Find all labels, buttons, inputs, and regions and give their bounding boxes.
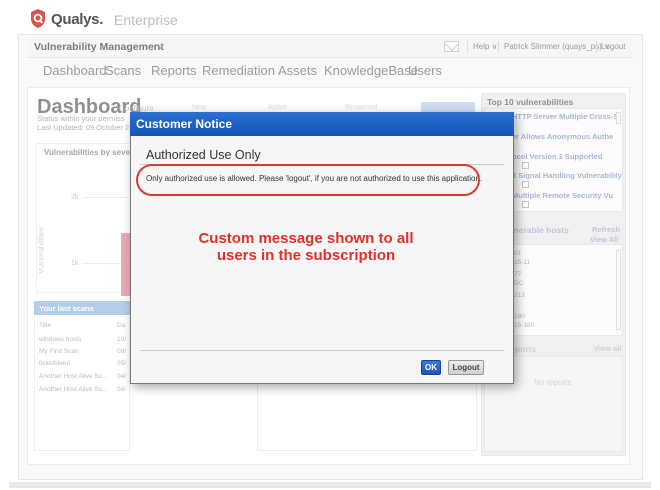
logout-button[interactable]: Logout bbox=[448, 360, 484, 375]
annotation-text: Custom message shown to all users in the… bbox=[198, 230, 414, 264]
highlight-ellipse bbox=[136, 164, 480, 196]
qualys-logo-icon bbox=[31, 9, 45, 28]
dialog-heading: Authorized Use Only bbox=[146, 148, 261, 162]
brand-name: Qualys. bbox=[51, 11, 104, 28]
divider bbox=[140, 350, 504, 351]
dialog-title: Customer Notice bbox=[136, 117, 233, 131]
ok-button[interactable]: OK bbox=[421, 360, 441, 375]
brand-edition: Enterprise bbox=[114, 12, 178, 28]
